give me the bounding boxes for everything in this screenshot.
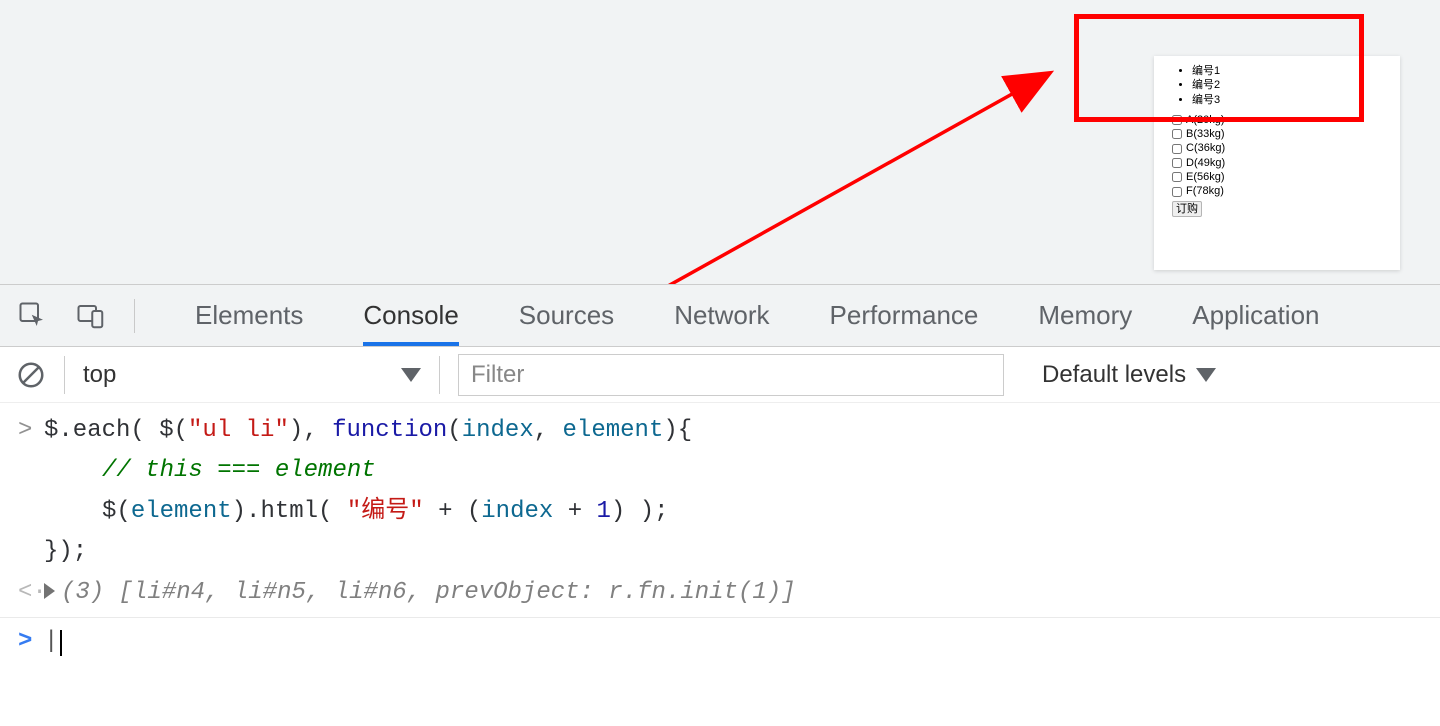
tab-console[interactable]: Console: [333, 286, 488, 345]
console-output[interactable]: > $.each( $("ul li"), function(index, el…: [0, 403, 1440, 726]
console-input-line: > $.each( $("ul li"), function(index, el…: [0, 411, 1440, 451]
checkbox-row: E(56kg): [1164, 170, 1390, 184]
console-output-line: <· (3) [li#n4, li#n5, li#n6, prevObject:…: [0, 573, 1440, 613]
checkbox-d[interactable]: [1172, 158, 1182, 168]
console-input-line: });: [0, 532, 1440, 572]
checkbox-row: B(33kg): [1164, 127, 1390, 141]
checkbox-c[interactable]: [1172, 144, 1182, 154]
checkbox-label: D(49kg): [1186, 156, 1225, 170]
console-toolbar: top Default levels: [0, 347, 1440, 403]
devtools-panel: Elements Console Sources Network Perform…: [0, 284, 1440, 726]
checkbox-label: E(56kg): [1186, 170, 1225, 184]
log-levels-select[interactable]: Default levels: [1022, 361, 1216, 389]
order-button[interactable]: 订购: [1172, 201, 1202, 217]
inspect-element-icon[interactable]: [18, 301, 48, 331]
tab-application[interactable]: Application: [1162, 286, 1349, 345]
toggle-device-icon[interactable]: [76, 301, 106, 331]
divider: [0, 617, 1440, 618]
console-filter-input[interactable]: [458, 354, 1004, 396]
checkbox-label: A(20kg): [1186, 113, 1225, 127]
text-cursor: [60, 630, 62, 656]
checkbox-row: D(49kg): [1164, 156, 1390, 170]
tab-elements[interactable]: Elements: [165, 286, 333, 345]
list-item: 编号2: [1192, 78, 1390, 92]
preview-bullet-list: 编号1 编号2 编号3: [1164, 64, 1390, 107]
chevron-down-icon: [1196, 368, 1216, 382]
list-item: 编号1: [1192, 64, 1390, 78]
checkbox-row: C(36kg): [1164, 141, 1390, 155]
tab-memory[interactable]: Memory: [1008, 286, 1162, 345]
tab-sources[interactable]: Sources: [489, 286, 644, 345]
devtools-tab-list: Elements Console Sources Network Perform…: [135, 286, 1350, 345]
checkbox-e[interactable]: [1172, 172, 1182, 182]
checkbox-a[interactable]: [1172, 115, 1182, 125]
checkbox-f[interactable]: [1172, 187, 1182, 197]
devtools-tabstrip: Elements Console Sources Network Perform…: [0, 285, 1440, 347]
checkbox-row: F(78kg): [1164, 184, 1390, 198]
console-input-line: $(element).html( "编号" + (index + 1) );: [0, 492, 1440, 532]
checkbox-label: B(33kg): [1186, 127, 1225, 141]
checkbox-label: C(36kg): [1186, 141, 1225, 155]
list-item: 编号3: [1192, 93, 1390, 107]
context-value: top: [83, 361, 116, 389]
tab-network[interactable]: Network: [644, 286, 799, 345]
console-input-line: // this === element: [0, 451, 1440, 491]
checkbox-label: F(78kg): [1186, 184, 1224, 198]
checkbox-b[interactable]: [1172, 129, 1182, 139]
checkbox-row: A(20kg): [1164, 113, 1390, 127]
clear-console-icon[interactable]: [16, 360, 46, 390]
chevron-down-icon: [401, 368, 421, 382]
page-preview-panel: 编号1 编号2 编号3 A(20kg) B(33kg) C(36kg) D(49…: [1154, 56, 1400, 270]
expand-icon[interactable]: [44, 583, 55, 599]
console-prompt[interactable]: > |: [0, 622, 1440, 662]
execution-context-select[interactable]: top: [64, 356, 440, 394]
tab-performance[interactable]: Performance: [800, 286, 1009, 345]
levels-label: Default levels: [1042, 361, 1186, 389]
